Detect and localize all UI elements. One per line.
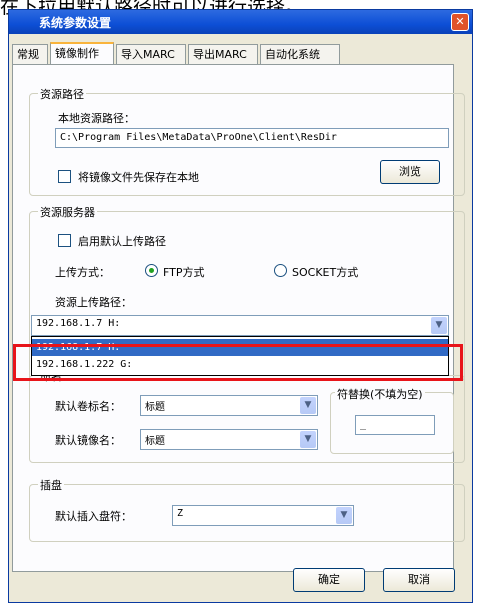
replace-input[interactable]: _ [355,415,435,435]
drive-label: 默认插入盘符： [55,510,132,523]
drive-combo[interactable]: Z ▼ [172,505,354,526]
volume-value: 标题 [145,402,165,413]
chevron-down-icon[interactable]: ▼ [336,507,352,524]
tab-general[interactable]: 常规 [12,44,48,64]
image-name-label: 默认镜像名： [55,434,121,447]
chevron-down-icon[interactable]: ▼ [300,397,316,414]
group-title: 资源服务器 [38,204,97,220]
close-icon[interactable]: ✕ [451,13,469,31]
drive-value: Z [177,508,184,519]
save-local-checkbox[interactable] [58,170,71,183]
browse-button[interactable]: 浏览 [380,160,440,184]
group-title: 资源路径 [38,86,86,102]
upload-mode-label: 上传方式： [55,266,110,279]
group-title: 符替换(不填为空) [335,386,425,402]
upload-path-combo[interactable]: 192.168.1.7 H: ▼ [31,315,449,336]
tab-automation[interactable]: 自动化系统 [260,44,340,64]
window-title: 系统参数设置 [39,16,112,30]
local-path-input[interactable]: C:\Program Files\MetaData\ProOne\Client\… [55,128,449,148]
save-local-label: 将镜像文件先保存在本地 [78,171,199,184]
image-name-value: 标题 [145,436,165,447]
ftp-label: FTP方式 [163,266,205,279]
chevron-down-icon[interactable]: ▼ [300,431,316,448]
image-name-combo[interactable]: 标题 ▼ [140,429,318,450]
upload-path-value: 192.168.1.7 H: [36,318,121,329]
upload-path-label: 资源上传路径： [55,296,132,309]
title-bar[interactable]: 系统参数设置 ✕ [9,10,472,34]
socket-label: SOCKET方式 [292,266,359,279]
highlight-box [13,344,463,381]
cancel-button[interactable]: 取消 [383,568,455,592]
tab-image-making[interactable]: 镜像制作 [50,42,114,65]
enable-default-checkbox[interactable] [58,234,71,247]
ok-button[interactable]: 确定 [293,568,365,592]
group-title: 插盘 [38,477,64,493]
ftp-radio[interactable] [145,264,158,277]
volume-label: 默认卷标名： [55,400,121,413]
chevron-down-icon[interactable]: ▼ [431,317,447,334]
tab-export-marc[interactable]: 导出MARC [188,44,258,64]
local-path-label: 本地资源路径： [58,112,135,125]
volume-combo[interactable]: 标题 ▼ [140,395,318,416]
tab-import-marc[interactable]: 导入MARC [116,44,186,64]
enable-default-label: 启用默认上传路径 [78,235,166,248]
socket-radio[interactable] [274,264,287,277]
radio-dot [149,268,154,273]
